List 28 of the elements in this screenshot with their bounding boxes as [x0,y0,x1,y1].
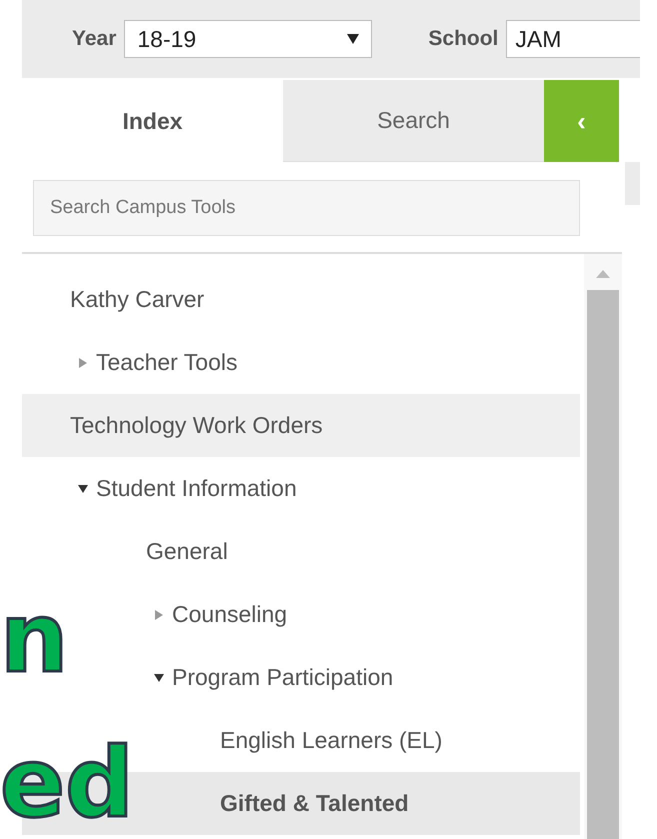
collapsed-triangle-icon[interactable] [78,358,88,368]
expanded-triangle-icon[interactable] [154,672,164,682]
tree-item-label: Kathy Carver [70,285,204,314]
collapsed-triangle-icon[interactable] [154,610,164,620]
tree-item-label: Program Participation [172,663,394,692]
scroll-up-arrow-icon[interactable] [596,270,610,278]
tree-item-label: Technology Work Orders [70,411,323,440]
tree-item[interactable]: Student Information [22,457,580,520]
tree-item[interactable]: General [22,520,580,583]
tree-item[interactable]: Technology Work Orders [22,394,580,457]
tree-item-label: Teacher Tools [96,348,238,378]
tree-item-label: Gifted & Talented [220,789,409,818]
scrollbar[interactable] [584,254,622,839]
tree-item-label: General [146,537,228,566]
tree-item-label: Student Information [96,474,297,504]
tree-item[interactable]: Kathy Carver [22,268,580,331]
year-select[interactable]: 18-19 [124,20,372,58]
tree-item-label: Counseling [172,600,288,630]
school-label: School [428,26,498,52]
overlay-text: n [0,590,68,686]
expanded-triangle-icon[interactable] [78,484,88,494]
tab[interactable]: Search [283,80,544,162]
year-label: Year [72,26,116,52]
tree-item-label: English Learners (EL) [220,726,442,756]
tree-item[interactable]: Teacher Tools [22,331,580,394]
school-select[interactable]: JAM [506,20,640,58]
search-field[interactable]: Search Campus Tools [33,180,580,236]
dropdown-arrow-icon [347,34,360,44]
